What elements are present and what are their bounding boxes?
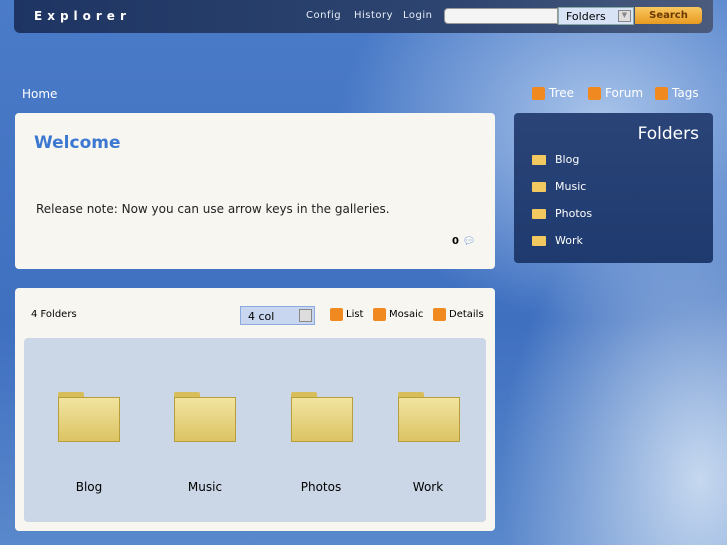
details-icon [433,308,446,321]
link-tags[interactable]: Tags [655,86,699,100]
tree-icon [532,86,545,100]
link-tree[interactable]: Tree [532,86,574,100]
comment-icon: 💬︎ [462,236,476,247]
folder-icon[interactable] [291,392,353,442]
search-input[interactable] [444,8,558,24]
sidebar-item-music[interactable]: Music [532,180,586,193]
nav-history[interactable]: History [354,10,393,21]
welcome-title: Welcome [34,133,121,153]
search-scope-select[interactable]: Folders ▼ [558,7,634,25]
folder-icon[interactable] [398,392,460,442]
folder-grid: Blog Music Photos Work [24,338,486,522]
folder-label[interactable]: Work [388,480,468,494]
view-label: Mosaic [389,309,424,320]
comment-count-value: 0 [452,236,459,247]
link-label: Tags [672,86,699,100]
nav-login[interactable]: Login [403,10,432,21]
list-icon [330,308,343,321]
folder-icon[interactable] [58,392,120,442]
link-forum[interactable]: Forum [588,86,643,100]
view-list-button[interactable]: List [330,308,363,321]
nav-config[interactable]: Config [306,10,341,21]
sidebar-item-label: Music [555,180,587,193]
view-label: Details [449,309,484,320]
folders-sidebar: Folders Blog Music Photos Work [514,113,713,263]
search-scope-value: Folders [566,10,606,23]
forum-icon [588,86,601,100]
folder-label[interactable]: Music [165,480,245,494]
folder-icon [532,154,546,165]
view-mosaic-button[interactable]: Mosaic [373,308,423,321]
sidebar-item-photos[interactable]: Photos [532,207,592,220]
view-label: List [346,309,364,320]
link-label: Forum [605,86,644,100]
comment-count[interactable]: 0 💬︎ [452,236,475,247]
release-note: Release note: Now you can use arrow keys… [36,202,390,216]
logo: Explorer [34,9,131,23]
link-label: Tree [549,86,575,100]
chevron-down-icon [299,309,312,322]
sidebar-item-label: Photos [555,207,593,220]
sidebar-item-label: Work [555,234,583,247]
folder-label[interactable]: Blog [49,480,129,494]
mosaic-icon [373,308,386,321]
folder-count: 4 Folders [31,309,77,320]
chevron-down-icon: ▼ [618,10,631,22]
folder-label[interactable]: Photos [281,480,361,494]
breadcrumb-home[interactable]: Home [22,87,57,101]
folder-icon [532,181,546,192]
search-button[interactable]: Search [635,7,702,24]
sidebar-title: Folders [637,124,699,144]
tags-icon [655,86,668,100]
folder-icon[interactable] [174,392,236,442]
view-details-button[interactable]: Details [433,308,484,321]
folders-panel: 4 Folders 4 col List Mosaic Details Blog… [15,288,495,531]
folder-icon [532,208,546,219]
sidebar-item-label: Blog [555,153,580,166]
folder-icon [532,235,546,246]
columns-value: 4 col [248,310,275,323]
welcome-panel: Welcome Release note: Now you can use ar… [15,113,495,269]
top-bar: Explorer Config History Login Folders ▼ S… [14,0,713,33]
columns-select[interactable]: 4 col [240,306,315,325]
sidebar-item-work[interactable]: Work [532,234,583,247]
sidebar-item-blog[interactable]: Blog [532,153,579,166]
